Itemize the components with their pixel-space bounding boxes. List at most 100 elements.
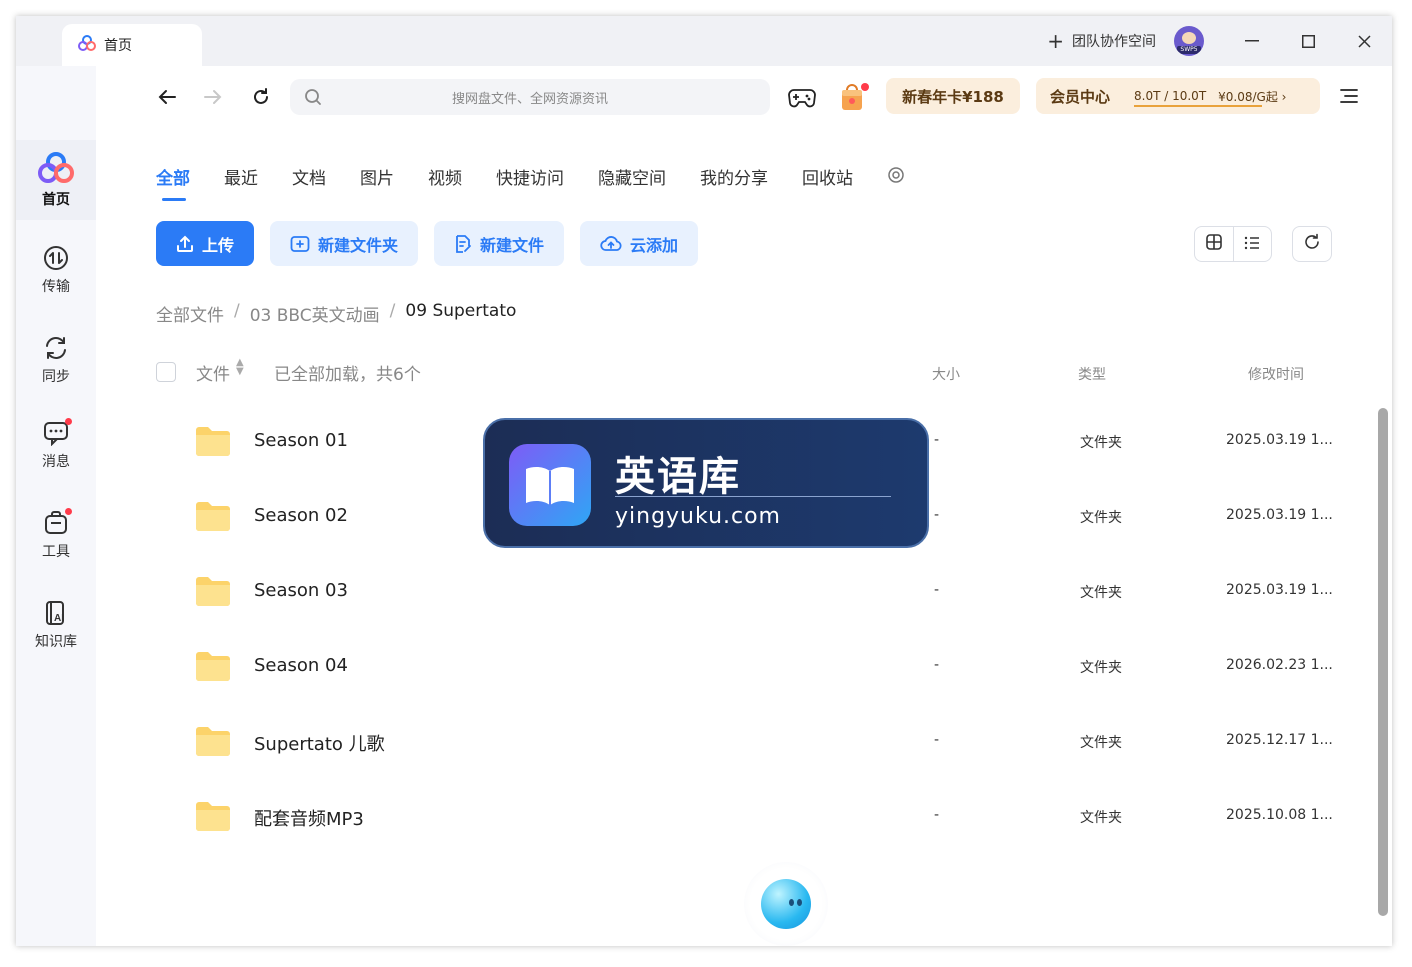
column-type[interactable]: 类型 <box>1078 364 1106 384</box>
storage-quota: 8.0T / 10.0T <box>1134 89 1263 107</box>
file-time: 2025.03.19 1... <box>1226 507 1333 523</box>
upload-label: 上传 <box>202 235 235 255</box>
file-time: 2025.10.08 1... <box>1226 807 1333 823</box>
sidebar-item-messages[interactable]: 消息 <box>16 405 96 485</box>
netdisk-logo-icon <box>78 35 96 55</box>
tab-hidden-space[interactable]: 隐藏空间 <box>598 164 666 189</box>
breadcrumb-current: 09 Supertato <box>405 301 517 321</box>
tab-all[interactable]: 全部 <box>156 164 190 201</box>
target-icon[interactable] <box>887 166 905 188</box>
close-button[interactable] <box>1336 16 1392 66</box>
grid-icon <box>1205 234 1222 254</box>
file-time: 2026.02.23 1... <box>1226 657 1333 673</box>
sidebar-item-knowledge-base[interactable]: AI 知识库 <box>16 585 96 665</box>
folder-icon <box>196 802 230 831</box>
forward-button[interactable] <box>190 77 236 117</box>
file-name[interactable]: Season 01 <box>254 430 348 451</box>
tab-label: 首页 <box>104 38 132 54</box>
sidebar-item-transfer[interactable]: 传输 <box>16 230 96 310</box>
tab-quick-access[interactable]: 快捷访问 <box>496 164 564 189</box>
ai-assistant-button[interactable] <box>744 862 828 946</box>
sidebar-item-label: 知识库 <box>35 634 77 650</box>
knowledge-base-icon: AI <box>42 599 70 627</box>
tab-my-shares[interactable]: 我的分享 <box>700 164 768 189</box>
list-icon <box>1244 235 1260 254</box>
new-folder-icon <box>290 235 310 253</box>
cloud-upload-icon <box>600 235 622 253</box>
refresh-button[interactable] <box>1292 226 1332 262</box>
search-icon <box>304 88 322 110</box>
sidebar-item-label: 首页 <box>42 192 70 208</box>
reload-button[interactable] <box>238 77 284 117</box>
search-placeholder: 搜网盘文件、全网资源资讯 <box>451 91 608 107</box>
game-controller-icon[interactable] <box>788 87 816 113</box>
avatar[interactable]: SWP5 <box>1174 26 1204 56</box>
sidebar-item-sync[interactable]: 同步 <box>16 320 96 400</box>
table-row[interactable]: Season 04 - 文件夹 2026.02.23 1... <box>156 629 1336 704</box>
tab-recycle-bin[interactable]: 回收站 <box>802 164 853 189</box>
category-tabs: 全部 最近 文档 图片 视频 快捷访问 隐藏空间 我的分享 回收站 <box>156 164 905 201</box>
back-button[interactable] <box>144 77 190 117</box>
breadcrumb-root[interactable]: 全部文件 <box>156 301 224 326</box>
grid-view-button[interactable] <box>1195 227 1234 261</box>
new-file-icon <box>454 234 472 254</box>
file-name[interactable]: Season 02 <box>254 505 348 526</box>
sidebar-item-label: 消息 <box>42 454 70 470</box>
folder-icon <box>196 652 230 681</box>
column-name[interactable]: 文件 <box>196 360 230 385</box>
notification-dot <box>65 418 72 425</box>
file-type: 文件夹 <box>1080 810 1122 826</box>
folder-icon <box>196 727 230 756</box>
maximize-button[interactable] <box>1280 16 1336 66</box>
vertical-scrollbar[interactable] <box>1378 408 1388 916</box>
watermark-divider <box>615 496 891 497</box>
refresh-icon <box>1303 233 1321 255</box>
search-input[interactable]: 搜网盘文件、全网资源资讯 <box>290 79 770 115</box>
tab-images[interactable]: 图片 <box>360 164 394 189</box>
tab-documents[interactable]: 文档 <box>292 164 326 189</box>
annual-card-promo[interactable]: 新春年卡¥188 <box>886 78 1020 114</box>
new-file-button[interactable]: 新建文件 <box>434 221 565 266</box>
file-type: 文件夹 <box>1080 660 1122 676</box>
column-size[interactable]: 大小 <box>932 364 960 384</box>
minimize-button[interactable] <box>1224 16 1280 66</box>
table-row[interactable]: Season 03 - 文件夹 2025.03.19 1... <box>156 554 1336 629</box>
member-center-button[interactable]: 会员中心 8.0T / 10.0T ¥0.08/G起 › <box>1036 78 1320 114</box>
title-bar: 首页 + 团队协作空间 SWP5 <box>16 16 1392 66</box>
file-type: 文件夹 <box>1080 435 1122 451</box>
team-space-button[interactable]: + 团队协作空间 <box>1047 29 1156 53</box>
menu-icon[interactable] <box>1340 88 1358 108</box>
file-name[interactable]: Supertato 儿歌 <box>254 730 385 756</box>
breadcrumb-separator: / <box>234 301 240 321</box>
file-size: - <box>934 582 940 598</box>
list-view-button[interactable] <box>1234 227 1272 261</box>
breadcrumb-parent[interactable]: 03 BBC英文动画 <box>250 301 380 326</box>
notification-dot <box>65 508 72 515</box>
file-name[interactable]: Season 03 <box>254 580 348 601</box>
transfer-icon <box>42 244 70 272</box>
sidebar-item-tools[interactable]: 工具 <box>16 495 96 575</box>
gift-bag-icon[interactable] <box>838 82 870 116</box>
sort-icon[interactable]: ▲ ▼ <box>236 358 244 377</box>
message-icon <box>42 418 72 447</box>
cloud-add-button[interactable]: 云添加 <box>580 221 699 266</box>
file-name[interactable]: Season 04 <box>254 655 348 676</box>
upload-button[interactable]: 上传 <box>156 221 255 266</box>
column-modified-time[interactable]: 修改时间 <box>1248 364 1304 384</box>
assistant-orb-icon <box>761 879 811 929</box>
watermark-url: yingyuku.com <box>615 504 781 529</box>
watermark-title: 英语库 <box>615 454 741 500</box>
file-size: - <box>934 807 940 823</box>
table-row[interactable]: Supertato 儿歌 - 文件夹 2025.12.17 1... <box>156 704 1336 779</box>
folder-icon <box>196 502 230 531</box>
app-window: 首页 + 团队协作空间 SWP5 首页 传输 同步 消息 工具 AI 知识库 搜… <box>16 16 1392 946</box>
file-name[interactable]: 配套音频MP3 <box>254 805 364 831</box>
table-row[interactable]: 配套音频MP3 - 文件夹 2025.10.08 1... <box>156 779 1336 854</box>
new-folder-button[interactable]: 新建文件夹 <box>270 221 419 266</box>
sidebar-item-home[interactable]: 首页 <box>16 140 96 220</box>
tab-home[interactable]: 首页 <box>62 24 202 66</box>
tab-recent[interactable]: 最近 <box>224 164 258 189</box>
select-all-checkbox[interactable] <box>156 362 176 382</box>
tab-videos[interactable]: 视频 <box>428 164 462 189</box>
promo-label: 新春年卡¥188 <box>902 87 1004 106</box>
